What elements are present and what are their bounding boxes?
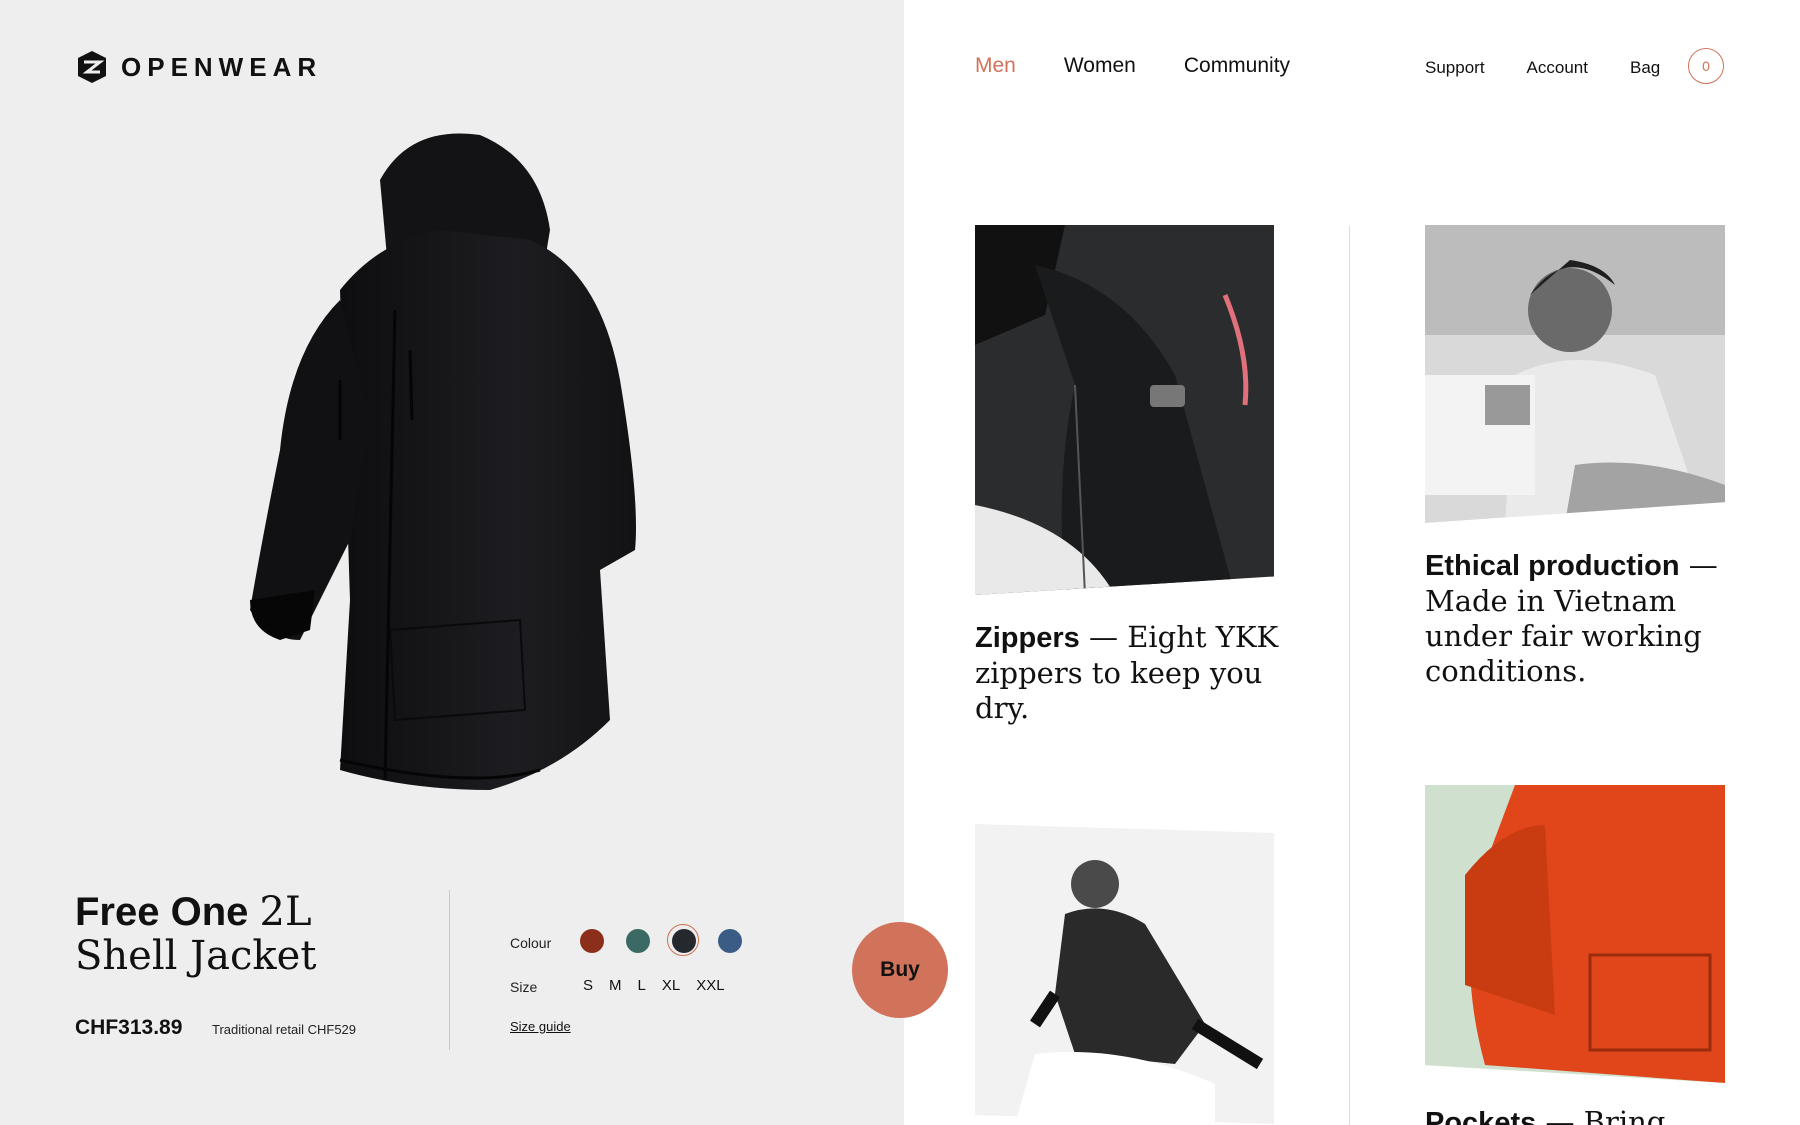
feature-ethical-text: Made in Vietnam under fair working condi…: [1425, 584, 1702, 688]
feature-ethical-dash: —: [1688, 548, 1718, 582]
factory-worker-photo: [1425, 225, 1725, 523]
nav-community[interactable]: Community: [1184, 54, 1290, 78]
product-title-line2: Shell Jacket: [75, 933, 317, 979]
feature-pockets: Pockets — Bring: [1425, 1105, 1735, 1125]
colour-swatch-teal[interactable]: [626, 929, 650, 953]
nav-account[interactable]: Account: [1527, 58, 1588, 78]
colour-swatch-blue[interactable]: [718, 929, 742, 953]
size-options: S M L XL XXL: [583, 977, 725, 994]
jacket-image: [250, 133, 636, 790]
size-guide-link[interactable]: Size guide: [510, 1019, 571, 1034]
colour-swatch-red[interactable]: [580, 929, 604, 953]
feature-ethical-title: Ethical production: [1425, 550, 1680, 582]
colour-swatches: [580, 924, 742, 956]
nav-women[interactable]: Women: [1064, 54, 1136, 78]
feature-pockets-text: Bring: [1583, 1105, 1666, 1125]
zippers-photo: [975, 225, 1274, 595]
feature-zippers: Zippers — Eight YKK zippers to keep you …: [975, 620, 1285, 726]
colour-label: Colour: [510, 935, 552, 951]
feature-ethical: Ethical production — Made in Vietnam und…: [1425, 548, 1735, 689]
size-option-l[interactable]: L: [638, 977, 646, 994]
utility-nav: Support Account Bag: [1425, 58, 1660, 78]
product-panel: OPENWEAR Free One 2L Shell Jacket CHF313…: [0, 0, 904, 1125]
brand-name: OPENWEAR: [121, 51, 323, 82]
snow-hiker-photo: [975, 824, 1274, 1124]
size-label: Size: [510, 979, 538, 995]
main-nav: Men Women Community: [975, 54, 1290, 78]
nav-support[interactable]: Support: [1425, 58, 1485, 78]
openwear-logo-icon: [78, 51, 106, 83]
bag-count-badge[interactable]: 0: [1688, 48, 1724, 84]
feature-pockets-title: Pockets: [1425, 1107, 1537, 1125]
feature-zippers-title: Zippers: [975, 622, 1080, 654]
product-divider: [449, 890, 450, 1050]
feature-pockets-dash: —: [1545, 1105, 1575, 1125]
size-option-m[interactable]: M: [609, 977, 622, 994]
nav-bag[interactable]: Bag: [1630, 58, 1660, 78]
column-divider: [1349, 226, 1350, 1125]
feature-zippers-dash: —: [1088, 620, 1118, 654]
size-option-xl[interactable]: XL: [662, 977, 680, 994]
colour-swatch-black[interactable]: [667, 924, 699, 956]
size-option-s[interactable]: S: [583, 977, 593, 994]
product-price: CHF313.89: [75, 1016, 183, 1039]
product-title-bold: Free One: [75, 890, 249, 934]
retail-price: Traditional retail CHF529: [212, 1022, 357, 1037]
product-title: Free One 2L Shell Jacket: [75, 890, 316, 978]
product-title-serif: 2L: [259, 889, 312, 935]
size-option-xxl[interactable]: XXL: [696, 977, 724, 994]
nav-men[interactable]: Men: [975, 54, 1016, 78]
brand-logo[interactable]: OPENWEAR: [75, 50, 322, 84]
orange-jacket-photo: [1425, 785, 1725, 1083]
buy-button[interactable]: Buy: [852, 922, 948, 1018]
